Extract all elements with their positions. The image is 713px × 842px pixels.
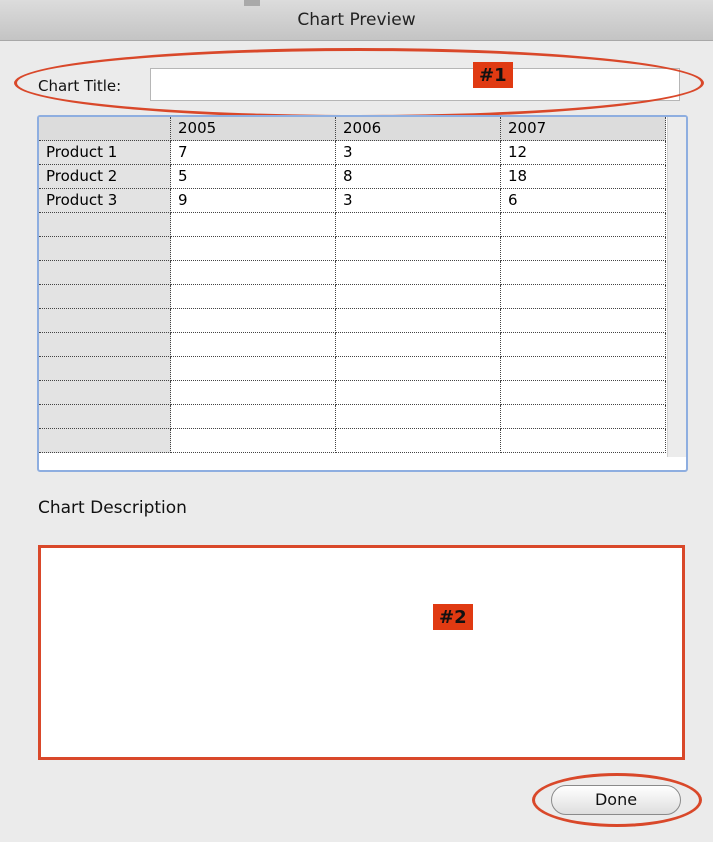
table-row (39, 404, 666, 429)
title-bar-notch (244, 0, 260, 6)
table-cell[interactable] (335, 284, 501, 309)
table-row (39, 308, 666, 333)
table-cell[interactable] (500, 236, 666, 261)
table-cell[interactable] (170, 212, 336, 237)
chart-description-input[interactable] (38, 545, 685, 760)
table-cell[interactable] (170, 356, 336, 381)
table-row (39, 356, 666, 381)
column-header[interactable]: 2005 (170, 117, 336, 141)
table-cell[interactable] (170, 260, 336, 285)
data-grid: 2005 2006 2007 Product 1 7 3 12 Product 2 5 8 18 Pr… (39, 117, 666, 453)
annotation-ellipse-1 (14, 48, 704, 118)
table-cell[interactable] (335, 308, 501, 333)
table-cell[interactable]: 12 (500, 140, 666, 165)
table-cell[interactable] (500, 332, 666, 357)
window-title: Chart Preview (297, 10, 416, 30)
row-header-cell[interactable] (39, 284, 171, 309)
table-row (39, 332, 666, 357)
table-cell[interactable] (170, 404, 336, 429)
table-cell[interactable] (500, 260, 666, 285)
table-cell[interactable] (335, 380, 501, 405)
row-header-cell[interactable]: Product 2 (39, 164, 171, 189)
table-cell[interactable] (170, 236, 336, 261)
table-cell[interactable]: 9 (170, 188, 336, 213)
row-header-cell[interactable] (39, 404, 171, 429)
table-cell[interactable] (335, 332, 501, 357)
table-cell[interactable] (500, 380, 666, 405)
row-header-cell[interactable] (39, 428, 171, 453)
table-cell[interactable] (500, 212, 666, 237)
table-cell[interactable]: 8 (335, 164, 501, 189)
row-header-cell[interactable] (39, 308, 171, 333)
table-row: Product 3936 (39, 188, 666, 213)
table-cell[interactable]: 6 (500, 188, 666, 213)
row-header-cell[interactable] (39, 236, 171, 261)
table-row (39, 260, 666, 285)
table-header-row: 2005 2006 2007 (39, 117, 666, 141)
column-header[interactable]: 2007 (500, 117, 666, 141)
table-cell[interactable]: 18 (500, 164, 666, 189)
table-cell[interactable] (170, 284, 336, 309)
table-cell[interactable] (500, 284, 666, 309)
row-header-cell[interactable] (39, 332, 171, 357)
table-cell[interactable]: 3 (335, 188, 501, 213)
table-cell[interactable]: 5 (170, 164, 336, 189)
table-row (39, 284, 666, 309)
chart-description-label: Chart Description (38, 498, 187, 518)
table-cell[interactable] (335, 428, 501, 453)
done-button[interactable]: Done (551, 785, 681, 815)
corner-cell[interactable] (39, 117, 171, 141)
table-cell[interactable] (500, 428, 666, 453)
annotation-tag-1: #1 (473, 62, 513, 88)
table-cell[interactable] (335, 236, 501, 261)
table-cell[interactable] (500, 356, 666, 381)
table-row (39, 212, 666, 237)
table-row (39, 428, 666, 453)
table-row (39, 236, 666, 261)
table-cell[interactable]: 3 (335, 140, 501, 165)
table-cell[interactable] (500, 308, 666, 333)
annotation-tag-2: #2 (433, 604, 473, 630)
table-cell[interactable] (335, 212, 501, 237)
table-cell[interactable]: 7 (170, 140, 336, 165)
row-header-cell[interactable]: Product 1 (39, 140, 171, 165)
row-header-cell[interactable] (39, 380, 171, 405)
row-header-cell[interactable]: Product 3 (39, 188, 171, 213)
table-cell[interactable] (335, 404, 501, 429)
chart-preview-window: Chart Preview Chart Title: #1 2005 2006 20… (0, 0, 713, 842)
table-cell[interactable] (500, 404, 666, 429)
table-cell[interactable] (170, 380, 336, 405)
row-header-cell[interactable] (39, 356, 171, 381)
table-cell[interactable] (335, 356, 501, 381)
table-cell[interactable] (170, 332, 336, 357)
table-cell[interactable] (170, 428, 336, 453)
data-table[interactable]: 2005 2006 2007 Product 1 7 3 12 Product 2 5 8 18 Pr… (37, 115, 688, 472)
table-cell[interactable] (170, 308, 336, 333)
table-row (39, 380, 666, 405)
table-scroll-strip[interactable] (667, 117, 686, 457)
title-bar[interactable]: Chart Preview (0, 0, 713, 41)
table-row: Product 2 5 8 18 (39, 164, 666, 189)
row-header-cell[interactable] (39, 260, 171, 285)
table-row: Product 1 7 3 12 (39, 140, 666, 165)
column-header[interactable]: 2006 (335, 117, 501, 141)
table-cell[interactable] (335, 260, 501, 285)
row-header-cell[interactable] (39, 212, 171, 237)
